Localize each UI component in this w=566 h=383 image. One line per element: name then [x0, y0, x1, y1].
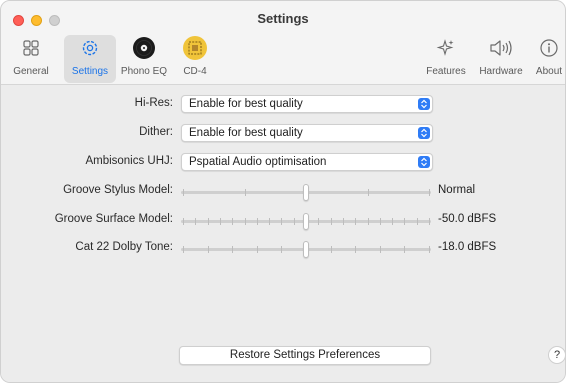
slider-tick [355, 218, 356, 225]
titlebar-toolbar: Settings General Settings Phono EQ CD-4 … [1, 1, 565, 85]
dither-label: Dither: [139, 126, 173, 138]
slider-tick [392, 218, 393, 225]
settings-panel: Hi-Res: Enable for best quality Dither: … [1, 86, 565, 382]
slider-tick [208, 246, 209, 253]
slider-tick [294, 218, 295, 225]
gear-icon [64, 35, 116, 63]
popup-chevron-icon [418, 98, 430, 110]
speaker-wave-icon [475, 35, 527, 63]
cat-22-dolby-tone-slider[interactable] [181, 241, 431, 258]
slider-knob[interactable] [303, 241, 309, 258]
vinyl-record-icon [118, 35, 170, 63]
slider-knob[interactable] [303, 184, 309, 201]
slider-tick [281, 246, 282, 253]
slider-tick [429, 189, 430, 196]
cat-22-dolby-tone-label: Cat 22 Dolby Tone: [75, 241, 173, 253]
slider-tick [331, 218, 332, 225]
tab-hardware[interactable]: Hardware [475, 35, 527, 83]
tab-features-label: Features [426, 66, 466, 77]
tab-phono-eq-label: Phono EQ [120, 66, 168, 77]
slider-tick [368, 189, 369, 196]
slider-tick [429, 246, 430, 253]
tab-phono-eq[interactable]: Phono EQ [118, 35, 170, 83]
popup-chevron-icon [418, 156, 430, 168]
slider-tick [183, 246, 184, 253]
slider-tick [232, 218, 233, 225]
settings-window: Settings General Settings Phono EQ CD-4 … [0, 0, 566, 383]
cat-22-dolby-tone-value: -18.0 dBFS [438, 241, 497, 253]
help-button[interactable]: ? [548, 346, 565, 364]
tab-cd4-label: CD-4 [183, 66, 207, 77]
tab-features[interactable]: Features [421, 35, 471, 83]
slider-tick [331, 246, 332, 253]
ambisonics-uhj-popup-value: Pspatial Audio optimisation [189, 156, 327, 168]
dither-popup[interactable]: Enable for best quality [181, 124, 433, 142]
slider-tick [195, 218, 196, 225]
slider-tick [257, 218, 258, 225]
cd4-quad-icon [173, 35, 217, 63]
window-title: Settings [257, 11, 309, 26]
slider-tick [368, 218, 369, 225]
slider-tick [343, 218, 344, 225]
hi-res-popup-value: Enable for best quality [189, 98, 303, 110]
restore-settings-button[interactable]: Restore Settings Preferences [179, 346, 431, 365]
dither-popup-value: Enable for best quality [189, 127, 303, 139]
groove-stylus-model-slider[interactable] [181, 184, 431, 201]
slider-tick [183, 189, 184, 196]
slider-tick [417, 218, 418, 225]
slider-tick [404, 246, 405, 253]
tab-general-label: General [13, 66, 49, 77]
tab-about-label: About [535, 66, 563, 77]
slider-tick [380, 218, 381, 225]
tab-settings-label: Settings [71, 66, 109, 77]
slider-tick [208, 218, 209, 225]
groove-surface-model-label: Groove Surface Model: [54, 213, 173, 225]
slider-tick [281, 218, 282, 225]
grid-icon [5, 35, 57, 63]
hi-res-popup[interactable]: Enable for best quality [181, 95, 433, 113]
slider-tick [232, 246, 233, 253]
slider-tick [220, 218, 221, 225]
groove-surface-model-value: -50.0 dBFS [438, 213, 497, 225]
slider-tick [380, 246, 381, 253]
slider-tick [257, 246, 258, 253]
ambisonics-uhj-label: Ambisonics UHJ: [85, 155, 173, 167]
tab-hardware-label: Hardware [479, 66, 523, 77]
tab-settings[interactable]: Settings [64, 35, 116, 83]
hi-res-label: Hi-Res: [134, 97, 173, 109]
ambisonics-uhj-popup[interactable]: Pspatial Audio optimisation [181, 153, 433, 171]
slider-tick [269, 218, 270, 225]
groove-surface-model-slider[interactable] [181, 213, 431, 230]
groove-stylus-model-value: Normal [438, 184, 476, 196]
slider-tick [245, 218, 246, 225]
slider-knob[interactable] [303, 213, 309, 230]
slider-tick [404, 218, 405, 225]
slider-tick [355, 246, 356, 253]
groove-stylus-model-label: Groove Stylus Model: [63, 184, 173, 196]
slider-tick [318, 218, 319, 225]
slider-tick [245, 189, 246, 196]
popup-chevron-icon [418, 127, 430, 139]
info-circle-icon [531, 35, 565, 63]
slider-tick [183, 218, 184, 225]
slider-tick [429, 218, 430, 225]
tab-general[interactable]: General [5, 35, 57, 83]
tab-about[interactable]: About [531, 35, 565, 83]
tab-cd4[interactable]: CD-4 [173, 35, 217, 83]
sparkles-icon [421, 35, 471, 63]
